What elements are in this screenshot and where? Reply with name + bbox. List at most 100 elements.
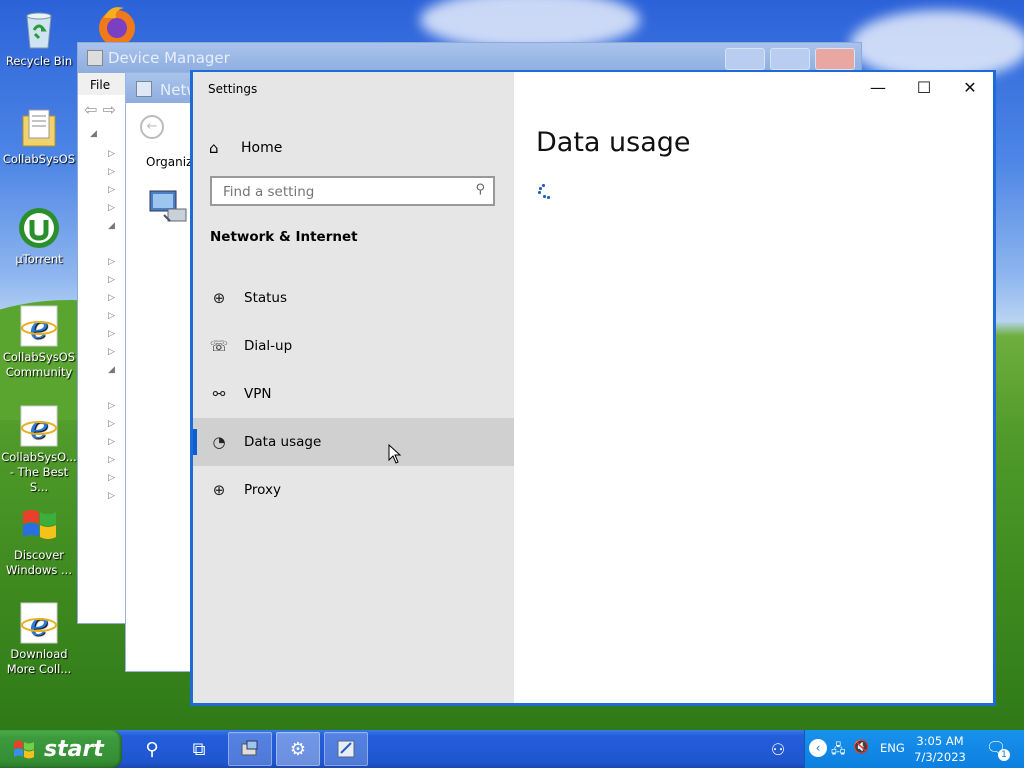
loading-spinner-icon <box>538 184 552 199</box>
expand-icon[interactable]: ▷ <box>108 347 115 357</box>
svg-text:e: e <box>30 605 49 643</box>
recycle-bin-icon <box>17 8 61 52</box>
clock-time: 3:05 AM <box>916 734 964 748</box>
data-usage-icon: ◔ <box>212 433 226 451</box>
device-manager-icon <box>241 740 258 756</box>
clock-date: 7/3/2023 <box>914 750 966 764</box>
expand-icon[interactable]: ▷ <box>108 275 115 285</box>
menu-file[interactable]: File <box>90 78 110 92</box>
maximize-button[interactable] <box>770 48 810 70</box>
clock[interactable]: 3:05 AM 7/3/2023 <box>908 733 972 765</box>
desktop-icon-label: µTorrent <box>15 252 63 266</box>
expand-icon[interactable]: ▷ <box>108 167 115 177</box>
language-indicator[interactable]: ENG <box>880 741 905 755</box>
device-manager-icon <box>87 50 103 66</box>
search-icon[interactable]: ⚲ <box>475 182 485 197</box>
nav-item-dial-up[interactable]: ☏ Dial-up <box>193 322 514 370</box>
taskbar-device-manager-button[interactable] <box>228 732 272 766</box>
nav-item-label: Data usage <box>244 434 322 450</box>
organize-menu[interactable]: Organiz <box>146 155 192 169</box>
status-globe-icon: ⊕ <box>212 289 226 307</box>
search-input[interactable] <box>221 179 465 205</box>
settings-window[interactable]: Settings ⌂ Home ⚲ Network & Internet ⊕ S… <box>190 70 996 706</box>
home-icon: ⌂ <box>209 139 219 157</box>
nav-item-label: VPN <box>244 386 272 402</box>
nav-item-proxy[interactable]: ⊕ Proxy <box>193 466 514 514</box>
expand-icon[interactable]: ▷ <box>108 203 115 213</box>
device-manager-titlebar[interactable]: Device Manager <box>78 43 861 73</box>
mouse-cursor-icon <box>388 443 402 464</box>
desktop-icon-collabsysos[interactable]: CollabSysOS <box>1 106 77 167</box>
maximize-button[interactable]: ☐ <box>901 78 947 98</box>
expand-icon[interactable]: ▷ <box>108 257 115 267</box>
utorrent-icon <box>17 206 61 250</box>
expand-icon[interactable]: ▷ <box>108 419 115 429</box>
minimize-button[interactable]: — <box>855 78 901 98</box>
task-view-icon[interactable]: ⧉ <box>177 732 221 766</box>
expand-icon[interactable]: ▷ <box>108 491 115 501</box>
volume-muted-icon[interactable]: 🔇 <box>853 740 869 755</box>
search-icon[interactable]: ⚲ <box>130 732 174 766</box>
close-button[interactable]: ✕ <box>947 78 993 98</box>
taskbar-network-button[interactable] <box>324 732 368 766</box>
network-computer-icon[interactable] <box>146 185 190 229</box>
minimize-button[interactable] <box>725 48 765 70</box>
expand-icon[interactable]: ▷ <box>108 293 115 303</box>
desktop-icon-collabsysos-best[interactable]: e CollabSysO... - The Best S... <box>1 404 77 495</box>
desktop-icon-utorrent[interactable]: µTorrent <box>1 206 77 267</box>
nav-item-label: Proxy <box>244 482 281 498</box>
svg-text:e: e <box>30 408 49 446</box>
desktop-icon-discover-windows[interactable]: Discover Windows ... <box>1 502 77 578</box>
desktop-icon-label: CollabSysO... - The Best S... <box>1 450 77 494</box>
firefox-icon[interactable] <box>94 4 140 46</box>
nav-item-data-usage[interactable]: ◔ Data usage <box>193 418 514 466</box>
desktop-icon-download-more[interactable]: e Download More Coll... <box>1 601 77 677</box>
desktop-icon-recycle-bin[interactable]: Recycle Bin <box>1 8 77 69</box>
desktop-icon-label: CollabSysOS Community <box>2 350 76 379</box>
start-button[interactable]: start <box>0 730 122 768</box>
collapse-icon[interactable]: ◢ <box>108 221 115 231</box>
close-button[interactable] <box>815 48 855 70</box>
nav-item-status[interactable]: ⊕ Status <box>193 274 514 322</box>
desktop-icon-collabsysos-community[interactable]: e CollabSysOS Community <box>1 304 77 380</box>
network-window-icon <box>136 81 152 97</box>
desktop-icon-label: Discover Windows ... <box>6 548 72 577</box>
expand-icon[interactable]: ▷ <box>108 329 115 339</box>
nav-item-label: Dial-up <box>244 338 293 354</box>
notification-badge: 1 <box>998 749 1010 761</box>
home-label: Home <box>241 140 283 156</box>
start-label: start <box>44 736 104 762</box>
expand-icon[interactable]: ▷ <box>108 185 115 195</box>
windows-flag-icon <box>17 502 61 546</box>
expand-icon[interactable]: ▷ <box>108 311 115 321</box>
chevron-left-icon[interactable]: ‹ <box>809 739 827 757</box>
page-title: Data usage <box>536 127 691 158</box>
search-box[interactable]: ⚲ <box>210 176 495 206</box>
desktop-icon-label: Recycle Bin <box>5 54 73 68</box>
expand-icon[interactable]: ▷ <box>108 401 115 411</box>
nav-item-vpn[interactable]: ⚯ VPN <box>193 370 514 418</box>
expand-icon[interactable]: ▷ <box>108 149 115 159</box>
network-warning-icon[interactable]: 🖧 <box>831 740 846 762</box>
settings-content-pane: — ☐ ✕ Data usage <box>514 72 993 703</box>
back-button[interactable]: ← <box>140 115 164 139</box>
home-button[interactable]: ⌂ Home <box>209 135 282 161</box>
vpn-icon: ⚯ <box>212 385 226 403</box>
taskbar-settings-button[interactable]: ⚙ <box>276 732 320 766</box>
dialup-icon: ☏ <box>209 337 229 355</box>
collapse-icon[interactable]: ◢ <box>90 129 97 139</box>
taskbar: start ⚲ ⧉ ⚙ ⚇ ‹ 🖧 🔇 ENG 🗨 1 3:05 AM 7/3/… <box>0 730 1024 768</box>
expand-icon[interactable]: ▷ <box>108 437 115 447</box>
people-icon[interactable]: ⚇ <box>756 732 800 766</box>
gear-icon: ⚙ <box>289 738 307 760</box>
internet-explorer-icon: e <box>17 404 61 448</box>
desktop-icon-label: CollabSysOS <box>2 152 76 166</box>
back-arrow-icon[interactable]: ⇦ ⇨ <box>84 100 116 119</box>
folder-document-icon <box>17 106 61 150</box>
network-window-icon <box>337 740 355 758</box>
settings-app-title: Settings <box>208 82 258 96</box>
expand-icon[interactable]: ▷ <box>108 455 115 465</box>
device-tree: ◢ ▷ ▷ ▷ ▷ ◢ ▷ ▷ ▷ ▷ ▷ ▷ ◢ ▷ ▷ ▷ ▷ ▷ ▷ <box>78 123 126 603</box>
expand-icon[interactable]: ▷ <box>108 473 115 483</box>
collapse-icon[interactable]: ◢ <box>108 365 115 375</box>
